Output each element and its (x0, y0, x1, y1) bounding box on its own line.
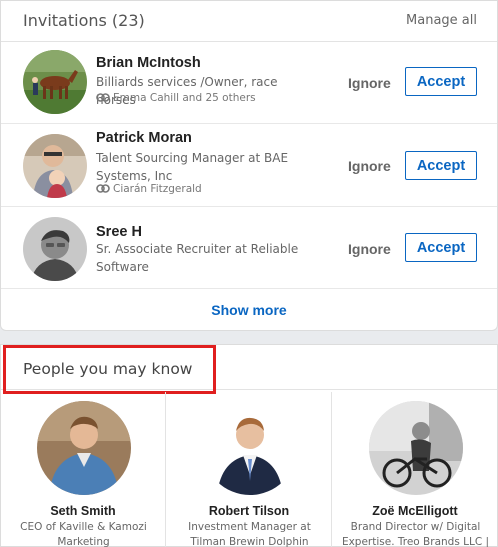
people-you-may-know-card: People you may know Seth Smith CEO of Ka… (0, 344, 498, 547)
mutual-connections: Ciarán Fitzgerald (96, 183, 202, 196)
invitations-card: Invitations (23) Manage all Brian McInto… (0, 0, 498, 331)
invitation-headline: Sr. Associate Recruiter at Reliable Soft… (96, 242, 299, 274)
avatar[interactable] (23, 134, 87, 198)
mutual-connections: Emma Cahill and 25 others (96, 92, 256, 105)
avatar[interactable] (37, 401, 131, 495)
pymk-headline: CEO of Kaville & Kamozi Marketing (20, 521, 147, 547)
mutual-connections-text: Emma Cahill and 25 others (113, 92, 256, 104)
pymk-name[interactable]: Robert Tilson (167, 504, 331, 518)
accept-button[interactable]: Accept (405, 151, 477, 180)
invitation-name[interactable]: Patrick Moran (96, 130, 192, 146)
invitation-row: Patrick Moran Talent Sourcing Manager at… (1, 124, 497, 207)
mutual-connections-icon (96, 184, 110, 196)
ignore-button[interactable]: Ignore (348, 75, 391, 91)
invitation-headline: Talent Sourcing Manager at BAE Systems, … (96, 151, 289, 183)
avatar[interactable] (23, 217, 87, 281)
avatar[interactable] (369, 401, 463, 495)
pymk-name[interactable]: Zoë McElligott (333, 504, 497, 518)
ignore-button[interactable]: Ignore (348, 241, 391, 257)
show-more-button[interactable]: Show more (1, 290, 497, 330)
invitations-title: Invitations (23) (23, 11, 145, 30)
avatar[interactable] (203, 401, 297, 495)
mutual-connections-icon (96, 93, 110, 105)
invitation-row: Sree H Sr. Associate Recruiter at Reliab… (1, 207, 497, 289)
accept-button[interactable]: Accept (405, 233, 477, 262)
accept-button[interactable]: Accept (405, 67, 477, 96)
avatar[interactable] (23, 50, 87, 114)
pymk-person[interactable]: Zoë McElligott Brand Director w/ Digital… (333, 392, 497, 547)
invitation-name[interactable]: Sree H (96, 224, 142, 240)
manage-all-link[interactable]: Manage all (406, 13, 477, 28)
highlight-box (3, 345, 216, 394)
invitation-row: Brian McIntosh Billiards services /Owner… (1, 42, 497, 124)
pymk-headline: Brand Director w/ Digital Expertise. Tre… (341, 521, 490, 547)
pymk-headline: Investment Manager at Tilman Brewin Dolp… (188, 521, 311, 547)
invitation-name[interactable]: Brian McIntosh (96, 55, 201, 71)
pymk-person[interactable]: Robert Tilson Investment Manager at Tilm… (167, 392, 332, 547)
ignore-button[interactable]: Ignore (348, 158, 391, 174)
pymk-name[interactable]: Seth Smith (1, 504, 165, 518)
pymk-person[interactable]: Seth Smith CEO of Kaville & Kamozi Marke… (1, 392, 166, 547)
invitations-header: Invitations (23) Manage all (1, 1, 497, 42)
mutual-connections-text: Ciarán Fitzgerald (113, 183, 202, 195)
